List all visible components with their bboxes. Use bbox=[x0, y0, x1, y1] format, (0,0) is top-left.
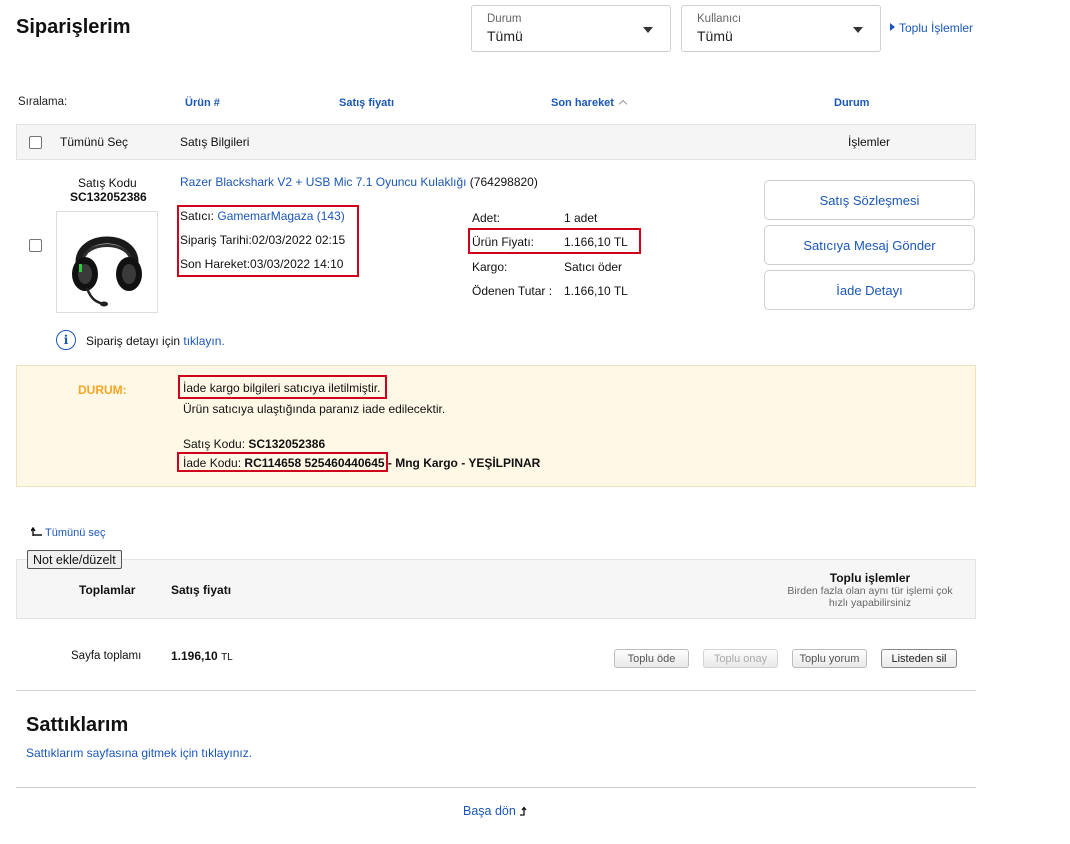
sales-title: Sattıklarım bbox=[26, 714, 129, 736]
remove-from-list-button[interactable]: Listeden sil bbox=[881, 649, 957, 668]
select-all-checkbox[interactable] bbox=[29, 136, 42, 149]
detail-label-price: Ürün Fiyatı: bbox=[472, 235, 535, 249]
last-action-date: Son Hareket:03/03/2022 14:10 bbox=[180, 257, 344, 271]
sales-link[interactable]: Sattıklarım sayfasına gitmek için tıklay… bbox=[26, 746, 252, 760]
chevron-down-icon bbox=[643, 27, 653, 33]
status-sale-code: SC132052386 bbox=[248, 437, 326, 451]
return-code-label: İade Kodu: bbox=[183, 456, 242, 470]
sale-info-header: Satış Bilgileri bbox=[180, 135, 250, 149]
user-filter-select[interactable]: Kullanıcı Tümü bbox=[681, 5, 881, 52]
detail-label-quantity: Adet: bbox=[472, 211, 501, 225]
product-image[interactable] bbox=[56, 211, 158, 313]
detail-value-quantity: 1 adet bbox=[564, 211, 598, 225]
bulk-actions-label: Toplu İşlemler bbox=[899, 21, 974, 35]
bulk-title: Toplu işlemler bbox=[829, 571, 911, 585]
message-seller-button[interactable]: Satıcıya Mesaj Gönder bbox=[764, 225, 975, 265]
sale-code: SC132052386 bbox=[70, 190, 147, 204]
select-all-label: Tümünü Seç bbox=[60, 135, 129, 149]
sale-code-label: Satış Kodu bbox=[78, 176, 137, 190]
bulk-review-button[interactable]: Toplu yorum bbox=[792, 649, 867, 668]
return-code: RC114658 525460440645 bbox=[244, 456, 385, 470]
user-filter-value: Tümü bbox=[697, 28, 733, 44]
divider bbox=[16, 690, 976, 691]
sort-last-action-label: Son hareket bbox=[551, 97, 614, 109]
back-to-top-link[interactable]: Başa dön bbox=[463, 804, 529, 818]
chevron-down-icon bbox=[853, 27, 863, 33]
select-all-link[interactable]: Tümünü seç bbox=[30, 526, 106, 539]
info-icon: i bbox=[56, 330, 76, 350]
seller-label: Satıcı: bbox=[180, 209, 215, 223]
product-id: (764298820) bbox=[469, 175, 538, 189]
sort-sale-price[interactable]: Satış fiyatı bbox=[339, 97, 394, 109]
order-detail-prompt: Sipariş detayı için bbox=[86, 334, 181, 348]
select-all-link-label: Tümünü seç bbox=[45, 527, 106, 539]
triangle-right-icon bbox=[890, 23, 895, 31]
status-sale-code-label: Satış Kodu: bbox=[183, 437, 246, 451]
order-detail-row: Sipariş detayı için tıklayın. bbox=[86, 334, 225, 348]
bulk-desc-1: Birden fazla olan aynı tür işlemi çok bbox=[787, 585, 953, 597]
bulk-actions-link[interactable]: Toplu İşlemler bbox=[890, 21, 973, 35]
order-date: Sipariş Tarihi:02/03/2022 02:15 bbox=[180, 233, 346, 247]
status-label: DURUM: bbox=[78, 383, 127, 397]
status-line-2: Ürün satıcıya ulaştığında paranız iade e… bbox=[183, 402, 446, 416]
detail-value-price: 1.166,10 TL bbox=[564, 235, 628, 249]
sort-label: Sıralama: bbox=[18, 96, 68, 108]
detail-value-shipping: Satıcı öder bbox=[564, 260, 623, 274]
product-title-row: Razer Blackshark V2 + USB Mic 7.1 Oyuncu… bbox=[180, 175, 538, 189]
headset-image bbox=[72, 236, 142, 307]
table-header bbox=[16, 124, 976, 160]
arrow-up-icon bbox=[520, 806, 527, 816]
back-to-top-label: Başa dön bbox=[463, 804, 516, 818]
carrier-info: - Mng Kargo - YEŞİLPINAR bbox=[387, 456, 541, 470]
seller-link[interactable]: GamemarMagaza (143) bbox=[217, 209, 344, 223]
status-sale-code-row: Satış Kodu: SC132052386 bbox=[183, 437, 325, 451]
sort-product-number[interactable]: Ürün # bbox=[185, 97, 220, 109]
divider bbox=[16, 787, 976, 788]
page-total-value: 1.196,10 bbox=[171, 649, 218, 663]
user-filter-label: Kullanıcı bbox=[697, 13, 742, 25]
product-title-link[interactable]: Razer Blackshark V2 + USB Mic 7.1 Oyuncu… bbox=[180, 175, 466, 189]
arrow-up-return-icon bbox=[30, 526, 42, 536]
actions-header: İşlemler bbox=[848, 135, 891, 149]
add-note-button[interactable]: Not ekle/düzelt bbox=[27, 550, 122, 569]
page-total-row: 1.196,10 TL bbox=[171, 649, 233, 663]
sort-status[interactable]: Durum bbox=[834, 97, 869, 109]
totals-label: Toplamlar bbox=[79, 583, 136, 597]
bulk-desc-2: hızlı yapabilirsiniz bbox=[828, 597, 912, 609]
status-line-1: İade kargo bilgileri satıcıya iletilmişt… bbox=[183, 381, 381, 395]
status-filter-value: Tümü bbox=[487, 28, 523, 44]
page-total-label: Sayfa toplamı bbox=[71, 650, 142, 662]
detail-value-paid: 1.166,10 TL bbox=[564, 284, 628, 298]
status-filter-select[interactable]: Durum Tümü bbox=[471, 5, 671, 52]
page-total-currency: TL bbox=[221, 652, 233, 663]
seller-row: Satıcı: GamemarMagaza (143) bbox=[180, 209, 345, 223]
order-detail-link[interactable]: tıklayın. bbox=[183, 334, 224, 348]
totals-price-label: Satış fiyatı bbox=[171, 583, 232, 597]
status-filter-label: Durum bbox=[487, 13, 522, 25]
bulk-confirm-button[interactable]: Toplu onay bbox=[703, 649, 778, 668]
sales-contract-button[interactable]: Satış Sözleşmesi bbox=[764, 180, 975, 220]
detail-label-paid: Ödenen Tutar : bbox=[472, 284, 553, 298]
page-title: Siparişlerim bbox=[16, 16, 131, 38]
return-detail-button[interactable]: İade Detayı bbox=[764, 270, 975, 310]
sort-last-action[interactable]: Son hareket bbox=[551, 97, 628, 109]
chevron-up-icon bbox=[618, 99, 628, 109]
return-code-row: İade Kodu: RC114658 525460440645 - Mng K… bbox=[183, 456, 540, 470]
detail-label-shipping: Kargo: bbox=[472, 260, 508, 274]
bulk-pay-button[interactable]: Toplu öde bbox=[614, 649, 689, 668]
order-checkbox[interactable] bbox=[29, 239, 42, 252]
